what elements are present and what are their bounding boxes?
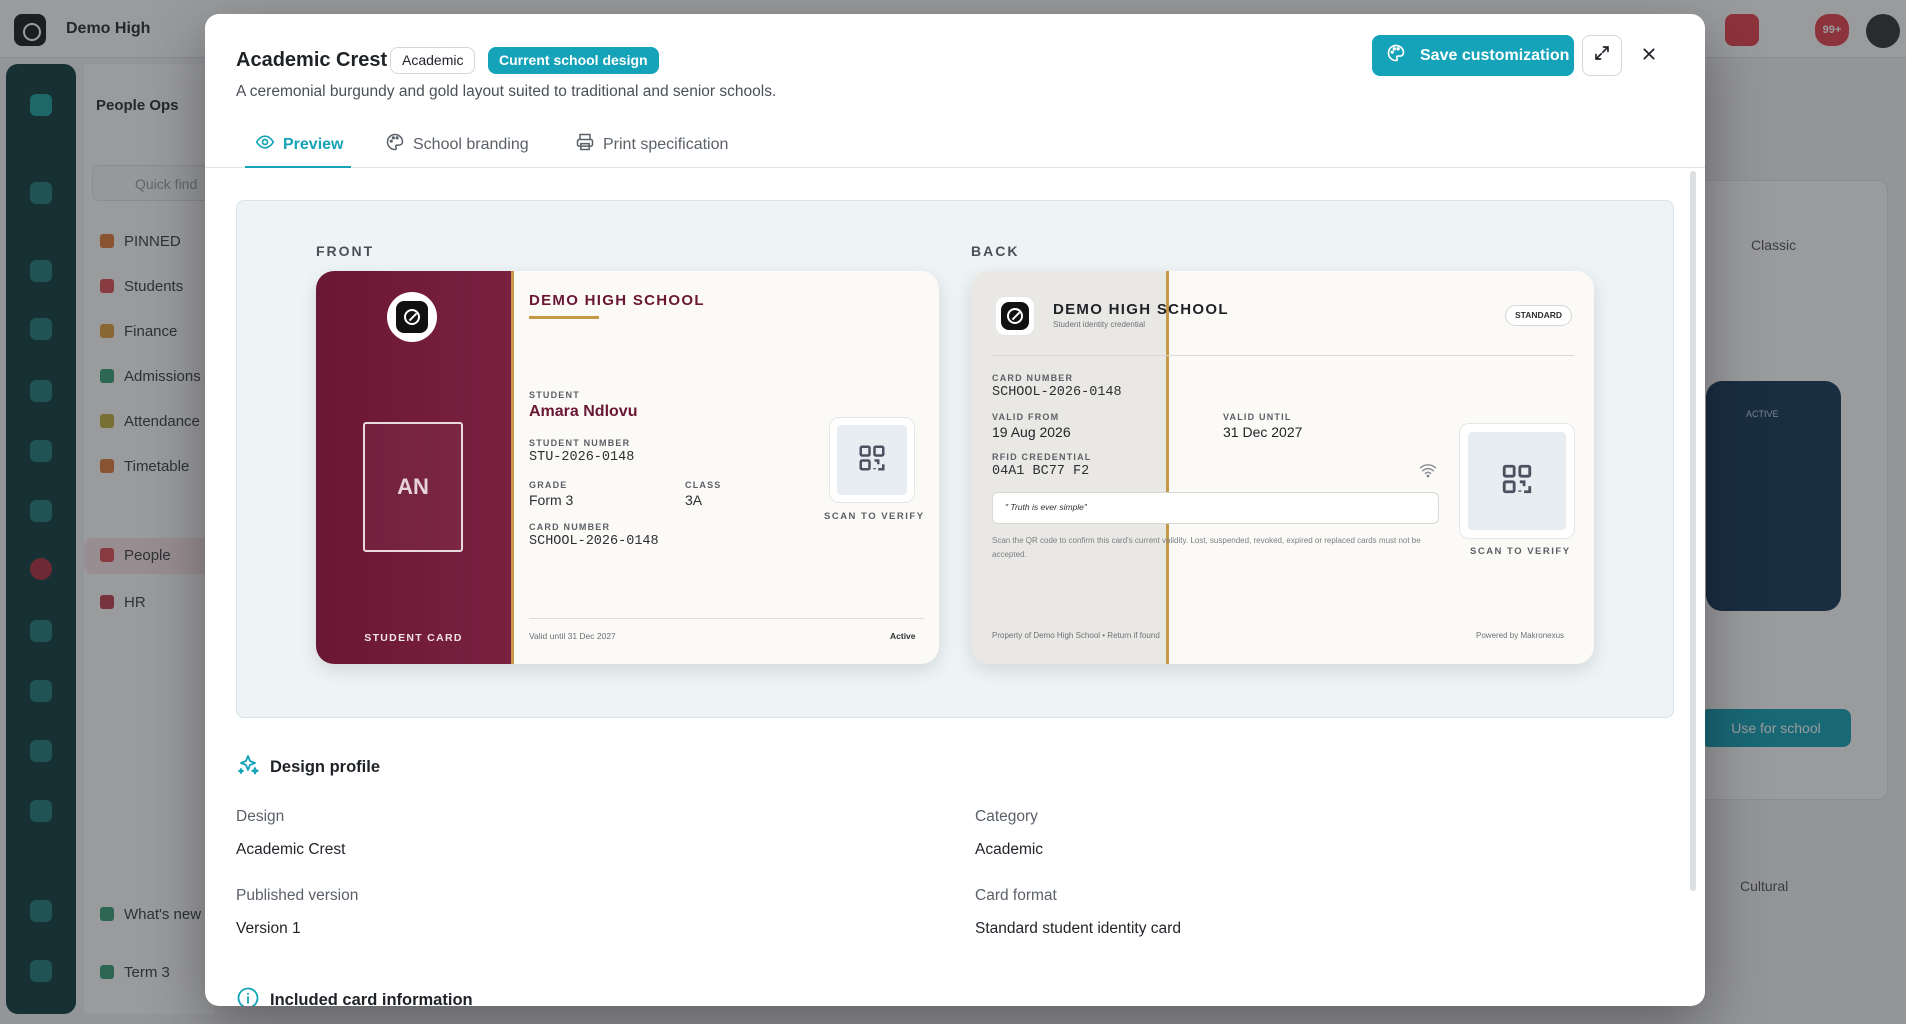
class-label: CLASS (685, 480, 722, 490)
rfid-value: 04A1 BC77 F2 (992, 464, 1090, 479)
save-customization-label: Save customization (1420, 46, 1570, 64)
palette-icon (385, 132, 405, 157)
expand-icon (1593, 44, 1611, 67)
current-design-badge: Current school design (488, 47, 659, 74)
design-profile-title: Design profile (270, 758, 381, 776)
included-info-title: Included card information (270, 991, 473, 1006)
credential-subtitle: Student identity credential (1053, 320, 1146, 329)
school-motto: " Truth is ever simple" (992, 492, 1439, 524)
card-front: AN STUDENT CARD DEMO HIGH SCHOOL STUDENT… (316, 271, 939, 664)
card-number: SCHOOL-2026-0148 (529, 534, 659, 549)
school-logo (995, 296, 1035, 336)
design-detail-modal: Academic Crest Academic Current school d… (205, 14, 1705, 1006)
tab-print-specification[interactable]: Print specification (575, 132, 728, 157)
student-number-label: STUDENT NUMBER (529, 438, 631, 448)
qr-icon (857, 443, 887, 478)
card-front-left-panel: AN STUDENT CARD (316, 271, 511, 664)
valid-until: 31 Dec 2027 (1223, 424, 1303, 440)
eye-icon (255, 132, 275, 157)
school-logo (387, 292, 437, 342)
back-label: BACK (971, 243, 1020, 259)
school-name: DEMO HIGH SCHOOL (529, 292, 705, 309)
active-tab-indicator (245, 166, 351, 168)
close-icon (1641, 46, 1657, 67)
property-note: Property of Demo High School • Return if… (992, 631, 1160, 640)
card-back: DEMO HIGH SCHOOL Student identity creden… (971, 271, 1594, 664)
design-value: Academic Crest (236, 841, 346, 858)
gold-stripe (1166, 271, 1169, 664)
qr-icon (1500, 462, 1534, 501)
design-profile-heading: Design profile (236, 753, 380, 782)
verification-note: Scan the QR code to confirm this card's … (992, 536, 1421, 559)
front-label: FRONT (316, 243, 375, 259)
gold-stripe (511, 271, 514, 664)
close-button[interactable] (1636, 43, 1662, 69)
published-version-value: Version 1 (236, 920, 301, 937)
card-role: STUDENT CARD (364, 632, 463, 644)
valid-from-label: VALID FROM (992, 412, 1060, 422)
rfid-label: RFID CREDENTIAL (992, 452, 1092, 462)
header-divider (991, 355, 1574, 356)
card-format-value: Standard student identity card (975, 920, 1181, 937)
expand-button[interactable] (1582, 35, 1622, 76)
gold-underline (529, 316, 599, 319)
sparkle-icon (236, 753, 260, 782)
category-value: Academic (975, 841, 1044, 858)
tab-label: Print specification (603, 135, 729, 153)
printer-icon (575, 132, 595, 157)
included-info-heading: Included card information (236, 986, 473, 1006)
footer-divider (529, 618, 924, 619)
modal-title: Academic Crest (236, 49, 388, 71)
card-preview-panel: FRONT BACK AN STUDENT CARD DEMO HIGH SCH… (236, 200, 1674, 718)
grade-label: GRADE (529, 480, 568, 490)
class-value: 3A (685, 492, 703, 508)
card-status: Active (890, 631, 916, 641)
category-label: Category (975, 808, 1038, 825)
qr-code (829, 417, 915, 503)
student-name: Amara Ndlovu (529, 403, 638, 420)
tab-label: Preview (283, 135, 344, 153)
scrollbar[interactable] (1690, 171, 1696, 891)
tab-school-branding[interactable]: School branding (385, 132, 529, 157)
published-version-label: Published version (236, 887, 359, 904)
card-format-badge: STANDARD (1505, 305, 1573, 326)
category-tag: Academic (390, 47, 476, 74)
card-number: SCHOOL-2026-0148 (992, 385, 1122, 400)
powered-by: Powered by Makronexus (1476, 631, 1565, 640)
tab-preview[interactable]: Preview (255, 132, 343, 157)
student-label: STUDENT (529, 390, 580, 400)
info-icon (236, 986, 260, 1006)
modal-subtitle: A ceremonial burgundy and gold layout su… (236, 83, 777, 100)
scan-to-verify: SCAN TO VERIFY (824, 511, 925, 522)
wifi-icon (1418, 461, 1438, 484)
school-name: DEMO HIGH SCHOOL (1053, 301, 1229, 318)
grade-value: Form 3 (529, 492, 574, 508)
scan-to-verify: SCAN TO VERIFY (1470, 546, 1571, 557)
palette-icon (1386, 43, 1406, 68)
save-customization-button[interactable]: Save customization (1372, 35, 1574, 76)
valid-from: 19 Aug 2026 (992, 424, 1071, 440)
qr-code (1459, 423, 1575, 539)
card-number-label: CARD NUMBER (992, 373, 1074, 383)
valid-until: Valid until 31 Dec 2027 (529, 631, 616, 641)
modal-tabs: Preview School branding Print specificat… (205, 118, 1705, 168)
student-photo-placeholder: AN (363, 422, 463, 552)
design-label: Design (236, 808, 285, 825)
tab-label: School branding (413, 135, 529, 153)
valid-until-label: VALID UNTIL (1223, 412, 1292, 422)
student-number: STU-2026-0148 (529, 450, 635, 465)
card-format-label: Card format (975, 887, 1057, 904)
card-number-label: CARD NUMBER (529, 522, 611, 532)
